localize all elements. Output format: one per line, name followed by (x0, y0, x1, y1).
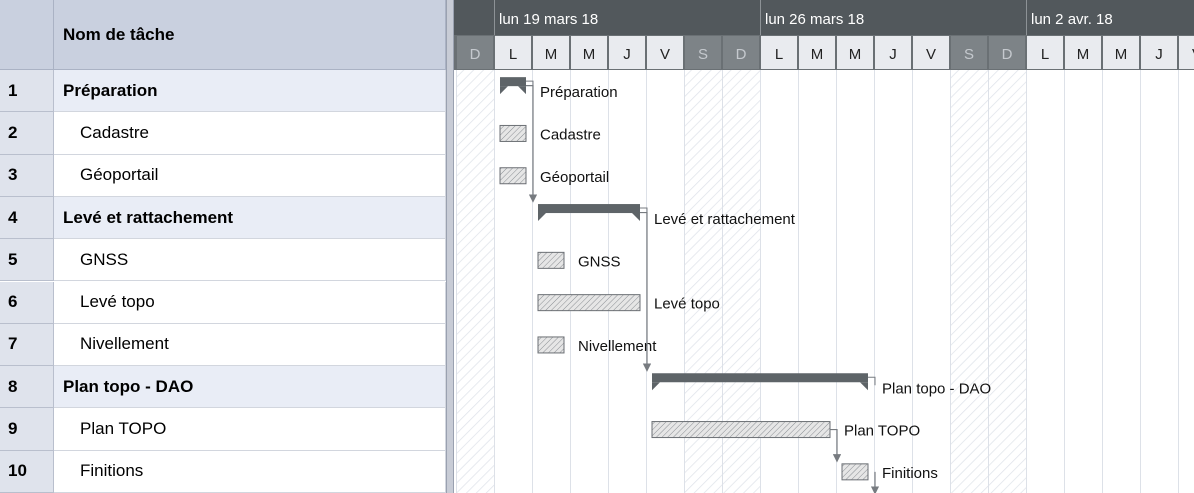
bar-label: Nivellement (578, 338, 657, 355)
day-label: D (470, 46, 481, 63)
summary-tick (868, 376, 876, 386)
summary-bar-cap-right (518, 86, 526, 95)
summary-bar-cap-left (538, 213, 546, 222)
task-bar (537, 251, 565, 269)
day-label: V (660, 46, 670, 63)
row-number[interactable]: 1 (0, 70, 54, 113)
gantt-svg: lun 19 mars 18 lun 26 mars 18 lun 2 avr. 1… (454, 0, 1194, 493)
task-bar (537, 336, 565, 354)
summary-bar-cap-right (632, 213, 640, 222)
task-bar (499, 167, 527, 185)
dependency-link (526, 85, 538, 203)
day-label: S (698, 46, 708, 63)
row-number[interactable]: 6 (0, 281, 54, 324)
day-label: L (1041, 46, 1049, 63)
summary-bar (500, 77, 526, 87)
task-name[interactable]: Nivellement (54, 323, 446, 367)
task-name[interactable]: Levé topo (54, 281, 446, 324)
row-number[interactable]: 8 (0, 366, 54, 409)
row-number[interactable]: 7 (0, 323, 54, 367)
day-label: S (964, 46, 974, 63)
bar-label: Levé et rattachement (654, 211, 796, 228)
summary-task-name[interactable]: Levé et rattachement (54, 196, 446, 240)
row-number[interactable]: 2 (0, 112, 54, 155)
weekend-column (950, 70, 988, 493)
task-bar (841, 463, 869, 481)
day-label: D (736, 46, 747, 63)
weekend-column (456, 70, 494, 493)
day-label: V (926, 46, 936, 63)
day-label: M (849, 46, 862, 63)
task-bar (651, 421, 831, 439)
week-label: lun 2 avr. 18 (1031, 11, 1113, 28)
bar-label: Plan TOPO (844, 423, 920, 440)
bar-label: Cadastre (540, 126, 601, 143)
row-number[interactable]: 5 (0, 239, 54, 282)
week-label: lun 19 mars 18 (499, 11, 598, 28)
summary-bar-cap-left (500, 86, 508, 95)
summary-bar-cap-left (652, 382, 660, 391)
row-number[interactable]: 4 (0, 196, 54, 240)
summary-bar-cap-right (860, 382, 868, 391)
day-label: D (1002, 46, 1013, 63)
week-label: lun 26 mars 18 (765, 11, 864, 28)
summary-bar (652, 373, 868, 383)
gantt-chart: lun 19 mars 18 lun 26 mars 18 lun 2 avr. 1… (454, 0, 1194, 493)
day-label: M (583, 46, 596, 63)
pane-divider[interactable] (446, 0, 454, 493)
day-label: J (623, 46, 631, 63)
day-label: L (509, 46, 517, 63)
weekend-column (988, 70, 1026, 493)
bar-label: Géoportail (540, 169, 609, 186)
summary-task-name[interactable]: Préparation (54, 70, 446, 113)
bar-label: Levé topo (654, 296, 720, 313)
day-label: M (545, 46, 558, 63)
task-bar (499, 124, 527, 142)
row-number[interactable]: 3 (0, 154, 54, 197)
summary-bar (538, 204, 640, 214)
task-name[interactable]: GNSS (54, 239, 446, 282)
row-number[interactable]: 10 (0, 450, 54, 493)
dependency-link (830, 428, 842, 463)
task-bar (537, 294, 641, 312)
task-table: Nom de tâche 1 Préparation 2 Cadastre 3 Géopor… (0, 0, 446, 493)
day-label: M (811, 46, 824, 63)
day-label: L (775, 46, 783, 63)
bar-label: Finitions (882, 465, 938, 482)
day-label: J (889, 46, 897, 63)
task-name[interactable]: Finitions (54, 450, 446, 493)
day-label: M (1115, 46, 1128, 63)
column-header-task-name[interactable]: Nom de tâche (54, 0, 446, 70)
summary-task-name[interactable]: Plan topo - DAO (54, 366, 446, 409)
day-label: M (1077, 46, 1090, 63)
bar-label: Préparation (540, 84, 618, 101)
row-number[interactable]: 9 (0, 408, 54, 451)
task-name[interactable]: Cadastre (54, 112, 446, 155)
bar-label: GNSS (578, 253, 621, 270)
task-name[interactable]: Géoportail (54, 154, 446, 197)
select-all-corner[interactable] (0, 0, 54, 70)
day-label: J (1155, 46, 1163, 63)
bar-label: Plan topo - DAO (882, 380, 991, 397)
task-name[interactable]: Plan TOPO (54, 408, 446, 451)
